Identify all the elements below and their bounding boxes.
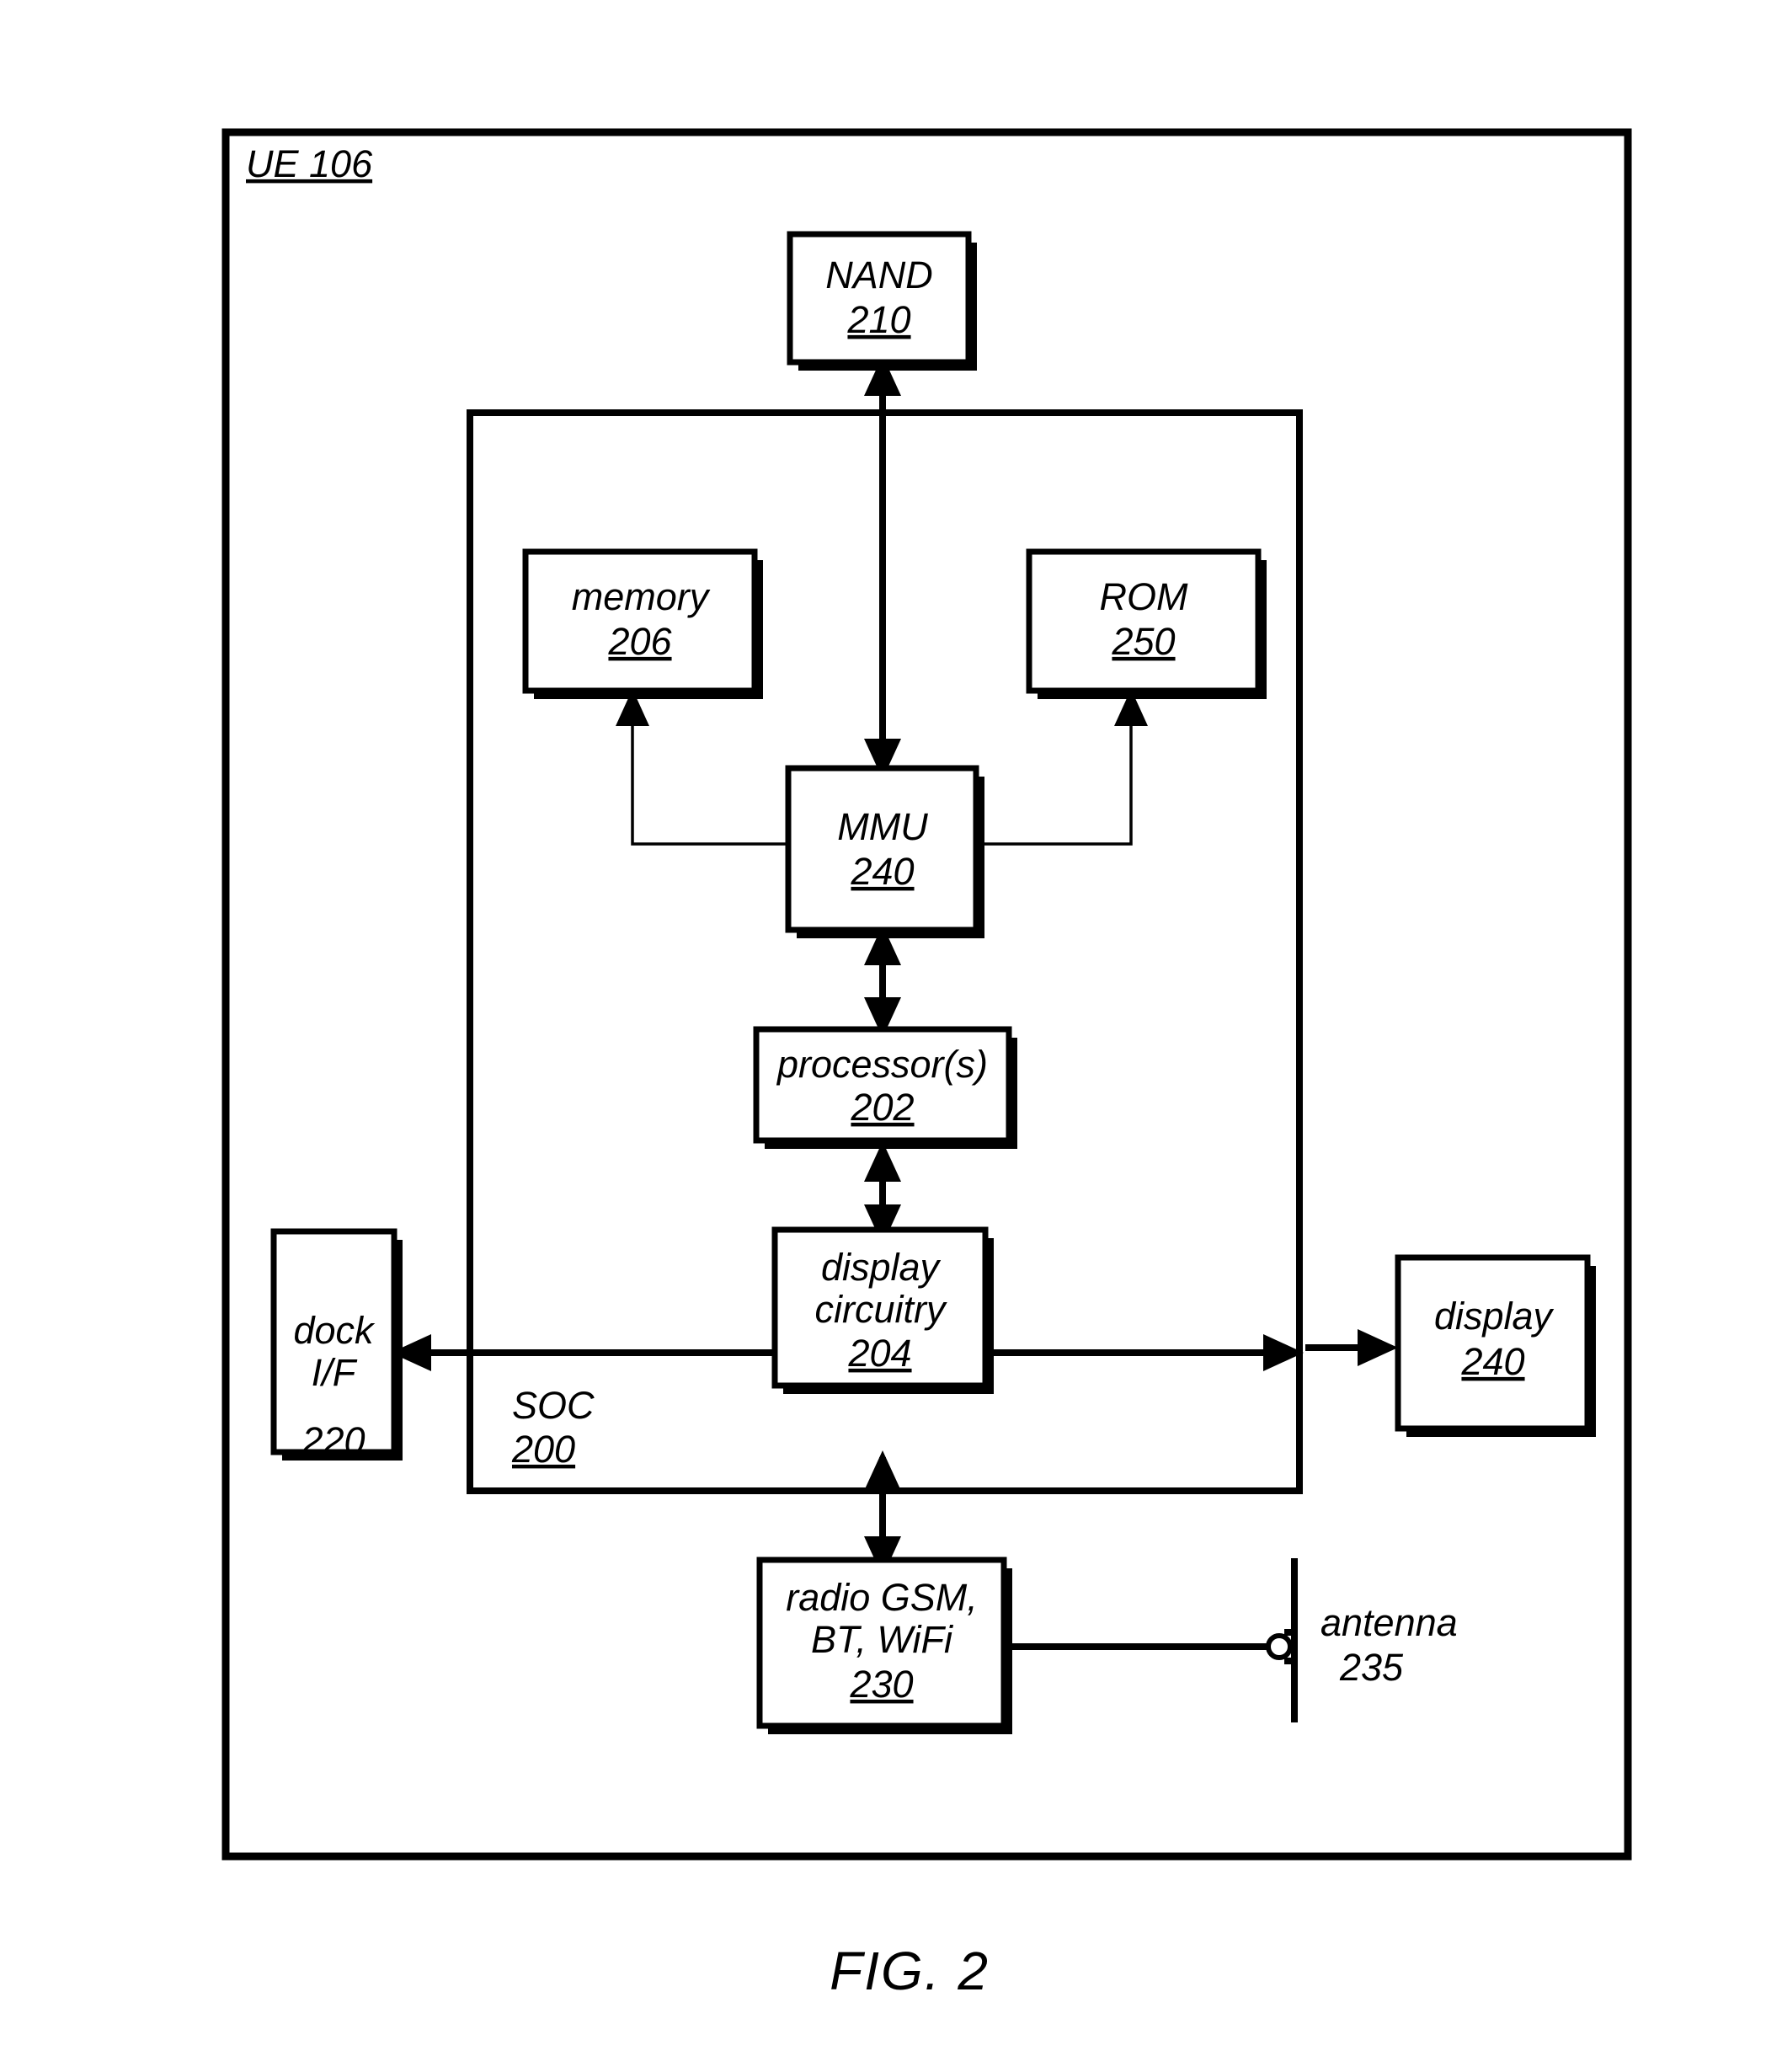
block-display-circuitry-label-2: circuitry xyxy=(815,1288,947,1331)
figure-container: UE 106 SOC 200 NAND 210 memory 206 ROM 2… xyxy=(0,0,1766,2072)
antenna-connector-dot xyxy=(1266,1633,1293,1660)
ue-container-label: UE 106 xyxy=(246,142,373,185)
block-radio-reference: 230 xyxy=(849,1663,913,1706)
block-dock-if: dock I/F 220 xyxy=(270,1228,403,1462)
block-radio-label-2: BT, WiFi xyxy=(811,1618,954,1661)
block-mmu-label: MMU xyxy=(837,805,928,848)
block-rom-reference: 250 xyxy=(1111,620,1175,663)
soc-container-label: SOC xyxy=(512,1384,595,1427)
block-nand: NAND 210 xyxy=(787,231,977,371)
block-display-circuitry: display circuitry 204 xyxy=(771,1226,994,1394)
block-display: display 240 xyxy=(1395,1254,1596,1437)
block-mmu-reference: 240 xyxy=(850,850,914,893)
patent-block-diagram: UE 106 SOC 200 NAND 210 memory 206 ROM 2… xyxy=(221,128,1632,2001)
block-memory: memory 206 xyxy=(522,548,763,699)
block-display-label: display xyxy=(1434,1295,1555,1338)
block-nand-reference: 210 xyxy=(846,298,910,341)
block-memory-label: memory xyxy=(572,575,711,618)
block-mmu: MMU 240 xyxy=(785,765,984,938)
block-rom: ROM 250 xyxy=(1026,548,1267,699)
block-display-circuitry-label-1: display xyxy=(821,1246,942,1289)
block-dock-if-label-2: I/F xyxy=(312,1351,358,1394)
block-dock-if-reference: 220 xyxy=(301,1419,365,1462)
figure-caption: FIG. 2 xyxy=(830,1941,990,2001)
block-dock-if-label-1: dock xyxy=(293,1309,376,1352)
block-processors-label: processor(s) xyxy=(776,1043,988,1086)
block-nand-label: NAND xyxy=(825,254,933,296)
block-processors-reference: 202 xyxy=(850,1086,914,1129)
block-display-reference: 240 xyxy=(1460,1340,1524,1383)
block-memory-reference: 206 xyxy=(607,620,672,663)
block-processors: processor(s) 202 xyxy=(753,1026,1017,1149)
block-rom-label: ROM xyxy=(1100,575,1189,618)
block-display-circuitry-reference: 204 xyxy=(847,1332,911,1375)
block-radio: radio GSM, BT, WiFi 230 xyxy=(756,1557,1012,1734)
antenna-reference: 235 xyxy=(1339,1646,1404,1689)
block-radio-label-1: radio GSM, xyxy=(786,1576,978,1619)
soc-container-reference: 200 xyxy=(511,1428,575,1471)
antenna-label: antenna xyxy=(1320,1601,1458,1644)
